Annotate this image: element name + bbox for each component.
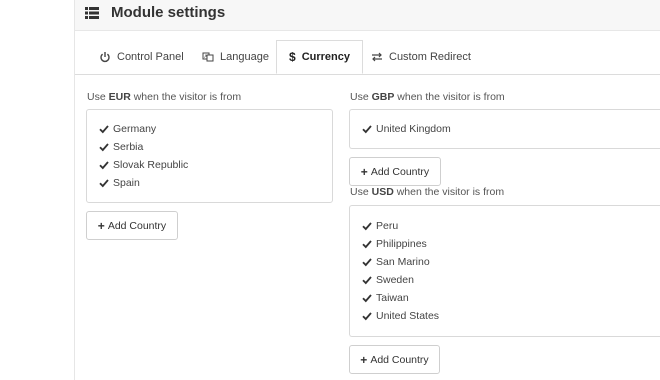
country-name: Slovak Republic xyxy=(113,159,189,171)
country-name: United States xyxy=(376,310,440,322)
country-name: Spain xyxy=(113,177,140,189)
label-prefix: Use xyxy=(350,91,369,103)
language-icon: A xyxy=(202,52,214,61)
country-item: Germany xyxy=(99,120,332,138)
check-icon xyxy=(362,294,372,303)
tab-control-panel[interactable]: Control Panel xyxy=(87,40,196,73)
tab-label: Language xyxy=(220,50,269,63)
tab-bar: Control Panel A Language $ Currency Cust… xyxy=(75,40,660,75)
panel-header: Module settings xyxy=(75,0,660,31)
country-name: Philippines xyxy=(376,238,427,250)
gbp-country-list: United Kingdom xyxy=(362,120,660,138)
currency-code: USD xyxy=(371,186,394,198)
country-name: San Marino xyxy=(376,256,430,268)
country-name: Taiwan xyxy=(376,292,409,304)
check-icon xyxy=(99,161,109,170)
tab-language[interactable]: A Language xyxy=(190,40,281,73)
tab-label: Control Panel xyxy=(117,50,184,63)
tab-label: Custom Redirect xyxy=(389,50,471,63)
label-prefix: Use xyxy=(87,91,106,103)
eur-group-label: Use EUR when the visitor is from xyxy=(87,91,241,103)
button-label: Add Country xyxy=(107,219,167,232)
check-icon xyxy=(362,276,372,285)
country-name: United Kingdom xyxy=(376,123,451,135)
gbp-add-country-button[interactable]: + Add Country xyxy=(349,157,441,186)
plus-icon: + xyxy=(97,218,105,233)
country-item: United Kingdom xyxy=(362,120,660,138)
gbp-country-box: United Kingdom xyxy=(349,109,660,149)
country-item: Sweden xyxy=(362,271,660,289)
country-item: Peru xyxy=(362,217,660,235)
dollar-icon: $ xyxy=(289,50,296,64)
country-name: Germany xyxy=(113,123,157,135)
currency-code: GBP xyxy=(371,91,395,103)
country-name: Peru xyxy=(376,220,399,232)
plus-icon: + xyxy=(360,164,368,179)
usd-country-list: Peru Philippines San Marino Sweden Taiwan Uni… xyxy=(362,217,660,325)
country-item: Philippines xyxy=(362,235,660,253)
country-item: San Marino xyxy=(362,253,660,271)
label-suffix: when the visitor is from xyxy=(397,91,505,103)
tab-currency[interactable]: $ Currency xyxy=(276,40,363,74)
eur-country-list: Germany Serbia Slovak Republic Spain xyxy=(99,120,332,192)
check-icon xyxy=(362,312,372,321)
label-suffix: when the visitor is from xyxy=(133,91,242,103)
button-label: Add Country xyxy=(370,353,429,366)
check-icon xyxy=(362,125,372,134)
check-icon xyxy=(362,258,372,267)
eur-country-box: Germany Serbia Slovak Republic Spain xyxy=(86,109,333,203)
exchange-icon xyxy=(372,52,382,61)
power-icon xyxy=(100,51,110,62)
country-item: United States xyxy=(362,307,660,325)
check-icon xyxy=(362,240,372,249)
label-prefix: Use xyxy=(350,186,369,198)
plus-icon: + xyxy=(360,352,368,367)
list-icon xyxy=(85,7,99,19)
country-item: Taiwan xyxy=(362,289,660,307)
country-name: Serbia xyxy=(113,141,144,153)
usd-add-country-button[interactable]: + Add Country xyxy=(349,345,440,374)
tab-label: Currency xyxy=(301,51,350,63)
check-icon xyxy=(99,125,109,134)
check-icon xyxy=(362,222,372,231)
country-item: Slovak Republic xyxy=(99,156,332,174)
country-item: Serbia xyxy=(99,138,332,156)
check-icon xyxy=(99,143,109,152)
country-name: Sweden xyxy=(376,274,414,286)
usd-group-label: Use USD when the visitor is from xyxy=(350,186,504,198)
check-icon xyxy=(99,179,109,188)
country-item: Spain xyxy=(99,174,332,192)
tab-custom-redirect[interactable]: Custom Redirect xyxy=(359,40,483,73)
gbp-group-label: Use GBP when the visitor is from xyxy=(350,91,505,103)
eur-add-country-button[interactable]: + Add Country xyxy=(86,211,178,240)
label-suffix: when the visitor is from xyxy=(396,186,505,198)
usd-country-box: Peru Philippines San Marino Sweden Taiwan Uni… xyxy=(349,205,660,337)
button-label: Add Country xyxy=(370,165,430,178)
currency-code: EUR xyxy=(108,91,131,103)
page-title: Module settings xyxy=(111,4,226,21)
module-settings-panel: Module settings Control Panel A Language… xyxy=(74,0,660,380)
